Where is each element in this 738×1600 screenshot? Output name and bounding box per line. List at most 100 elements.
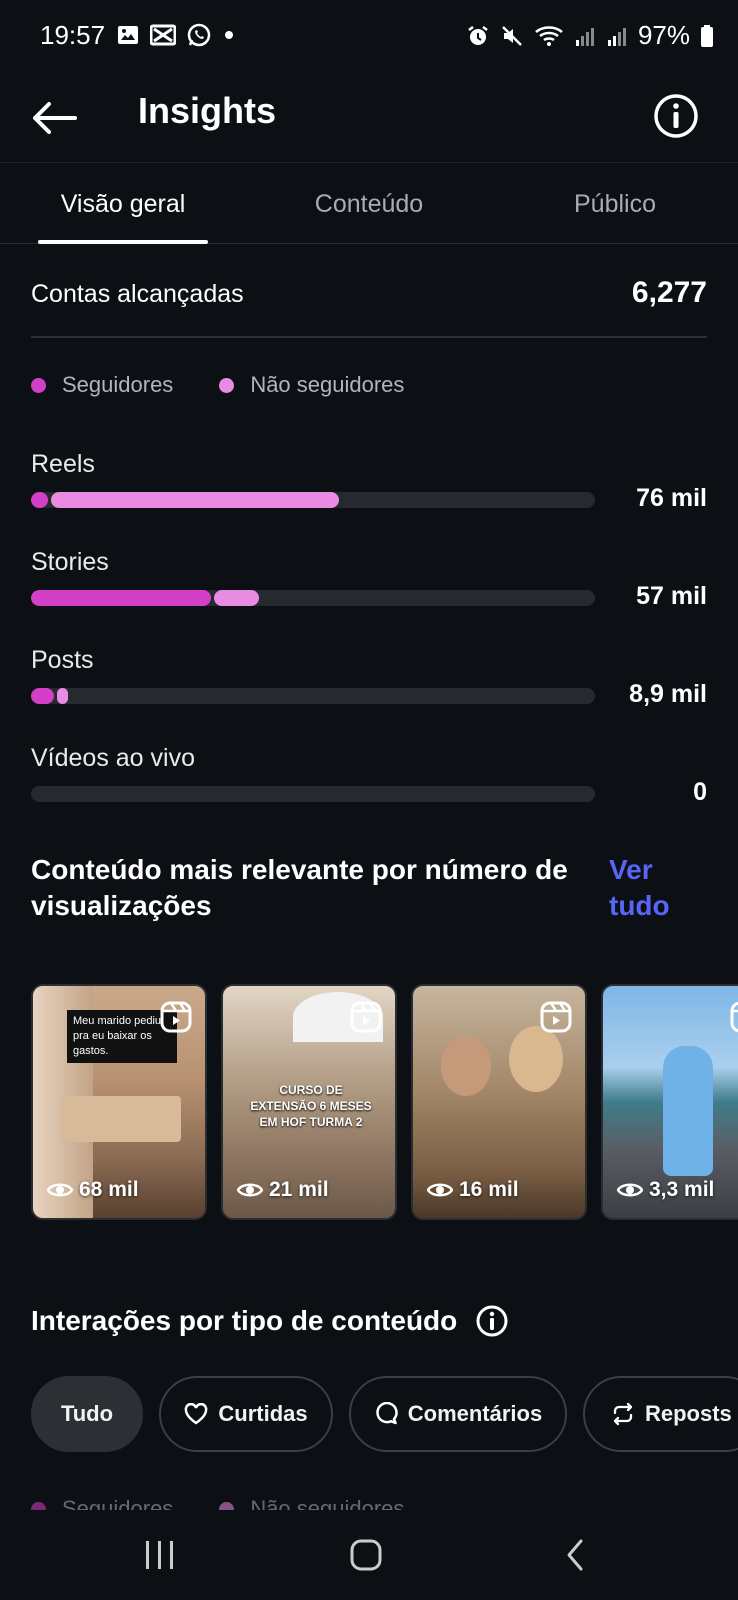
back-nav-button[interactable] xyxy=(545,1532,605,1578)
chevron-left-icon xyxy=(567,1539,583,1571)
chip-comments[interactable]: Comentários xyxy=(349,1376,567,1452)
non-followers-segment xyxy=(214,590,259,606)
chip-likes[interactable]: Curtidas xyxy=(159,1376,333,1452)
interactions-title: Interações por tipo de conteúdo xyxy=(31,1304,509,1338)
breakdown-row-stories: Stories 57 mil xyxy=(31,548,707,638)
view-count: 16 mil xyxy=(427,1178,519,1202)
eye-icon xyxy=(427,1183,453,1197)
non-followers-dot xyxy=(219,377,235,393)
app-header: Insights xyxy=(0,72,738,162)
tab-overview[interactable]: Visão geral xyxy=(38,163,208,245)
breakdown-bar xyxy=(31,786,595,802)
content-thumbnail[interactable]: 16 mil xyxy=(411,984,587,1220)
breakdown-value: 76 mil xyxy=(636,484,707,512)
eye-icon xyxy=(237,1183,263,1197)
battery-percentage: 97% xyxy=(637,20,690,50)
legend-followers-label: Seguidores xyxy=(62,372,174,397)
thumbnail-caption: CURSO DE EXTENSÃO 6 MESES EM HOF TURMA 2 xyxy=(250,1083,372,1130)
see-all-link[interactable]: Ver tudo xyxy=(609,852,709,925)
breakdown-row-live: Vídeos ao vivo 0 xyxy=(31,744,707,834)
followers-segment xyxy=(31,492,48,508)
home-icon xyxy=(350,1539,382,1571)
breakdown-value: 0 xyxy=(693,778,707,806)
interaction-filter-chips: Tudo Curtidas Comentários Reposts xyxy=(31,1376,738,1454)
capcut-icon xyxy=(150,24,176,46)
legend-non-followers: Não seguidores xyxy=(219,372,404,398)
view-count-value: 21 mil xyxy=(269,1178,329,1201)
status-time: 19:57 xyxy=(40,20,106,50)
content-thumbnail[interactable]: 3,3 mil xyxy=(601,984,738,1220)
view-count: 21 mil xyxy=(237,1178,329,1202)
whatsapp-icon xyxy=(187,23,211,47)
info-icon xyxy=(654,94,698,138)
breakdown-bar xyxy=(31,492,595,508)
legend-followers: Seguidores xyxy=(31,372,173,398)
eye-icon xyxy=(47,1183,73,1197)
top-content-carousel[interactable]: Meu marido pediu pra eu baixar os gastos… xyxy=(31,984,738,1222)
accounts-reached-row[interactable]: Contas alcançadas 6,277 xyxy=(31,274,707,338)
chip-label: Tudo xyxy=(60,1401,114,1426)
non-followers-segment xyxy=(57,688,68,704)
tab-content[interactable]: Conteúdo xyxy=(274,163,464,245)
breakdown-value: 8,9 mil xyxy=(629,680,707,708)
chip-all[interactable]: Tudo xyxy=(31,1376,143,1452)
legend-non-followers-label: Não seguidores xyxy=(250,372,405,397)
content-thumbnail[interactable]: Meu marido pediu pra eu baixar os gastos… xyxy=(31,984,207,1220)
comment-icon xyxy=(376,1402,398,1425)
gallery-icon xyxy=(118,26,138,44)
chip-label: Curtidas xyxy=(218,1401,308,1426)
accounts-reached-label: Contas alcançadas xyxy=(31,280,244,308)
followers-segment xyxy=(31,688,54,704)
thumbnail-image xyxy=(509,1026,563,1092)
thumbnail-image xyxy=(61,1096,181,1142)
breakdown-label: Posts xyxy=(31,646,94,674)
system-navigation-bar xyxy=(0,1510,738,1600)
dot-icon xyxy=(225,31,233,39)
followers-segment xyxy=(31,590,211,606)
breakdown-label: Vídeos ao vivo xyxy=(31,744,195,772)
recent-apps-button[interactable] xyxy=(130,1532,190,1578)
signal-icon xyxy=(575,27,594,46)
reel-icon xyxy=(160,1001,192,1033)
heart-icon xyxy=(185,1403,208,1425)
interactions-title-text: Interações por tipo de conteúdo xyxy=(31,1305,458,1336)
info-button[interactable] xyxy=(648,88,704,144)
info-icon[interactable] xyxy=(475,1304,509,1338)
accounts-reached-value: 6,277 xyxy=(631,276,707,309)
view-count-value: 16 mil xyxy=(459,1178,519,1201)
arrow-left-icon xyxy=(33,102,77,134)
breakdown-label: Reels xyxy=(31,450,95,478)
followers-dot xyxy=(31,377,46,393)
reel-icon xyxy=(540,1001,572,1033)
thumbnail-image xyxy=(441,1036,491,1096)
recent-apps-icon xyxy=(146,1541,173,1569)
non-followers-segment xyxy=(51,492,339,508)
chart-legend: Seguidores Não seguidores xyxy=(31,372,404,398)
mute-icon xyxy=(502,25,522,46)
content-thumbnail[interactable]: CURSO DE EXTENSÃO 6 MESES EM HOF TURMA 2… xyxy=(221,984,397,1220)
status-bar: 19:57 97% xyxy=(0,0,738,72)
alarm-icon xyxy=(468,25,488,45)
active-tab-indicator xyxy=(38,240,208,244)
breakdown-value: 57 mil xyxy=(636,582,707,610)
thumbnail-image xyxy=(663,1046,713,1176)
chip-reposts[interactable]: Reposts xyxy=(583,1376,738,1452)
breakdown-row-posts: Posts 8,9 mil xyxy=(31,646,707,736)
tab-audience[interactable]: Público xyxy=(520,163,710,245)
tab-bar: Visão geral Conteúdo Público xyxy=(0,162,738,244)
reel-icon xyxy=(730,1001,738,1033)
view-count: 68 mil xyxy=(47,1178,139,1202)
breakdown-row-reels: Reels 76 mil xyxy=(31,450,707,540)
home-button[interactable] xyxy=(336,1532,396,1578)
page-title: Insights xyxy=(138,90,277,131)
battery-icon xyxy=(701,24,713,47)
breakdown-bar xyxy=(31,590,595,606)
repost-icon xyxy=(613,1402,633,1426)
top-content-title: Conteúdo mais relevante por número de vi… xyxy=(31,854,568,922)
back-button[interactable] xyxy=(26,90,82,146)
view-count: 3,3 mil xyxy=(617,1178,714,1202)
wifi-icon xyxy=(535,25,563,46)
signal-icon xyxy=(607,27,626,46)
view-count-value: 3,3 mil xyxy=(649,1178,715,1201)
view-count-value: 68 mil xyxy=(79,1178,139,1201)
